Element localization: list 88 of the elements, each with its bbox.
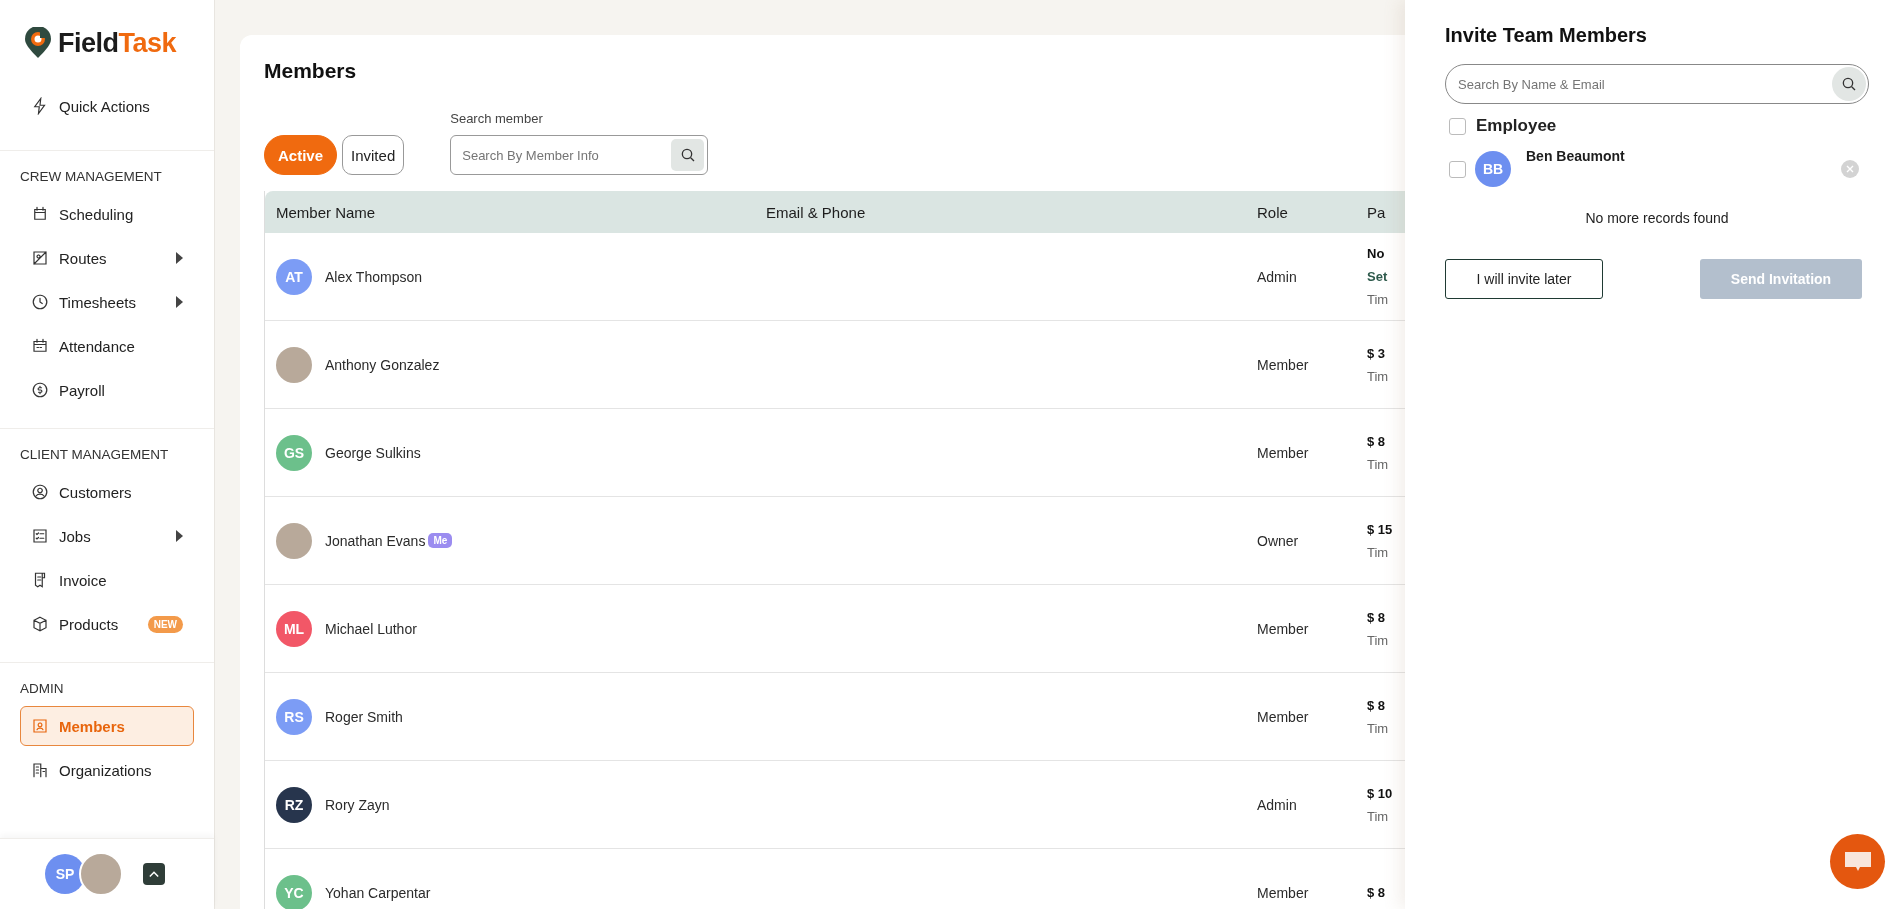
column-header: Member Name	[275, 203, 377, 221]
chevron-up-icon	[149, 870, 159, 878]
pay-text: $ 3	[1367, 345, 1387, 361]
pay-text: Tim	[1367, 292, 1390, 307]
checkbox[interactable]	[1449, 160, 1466, 178]
initials-avatar: AT	[276, 258, 312, 295]
map-icon	[31, 249, 49, 267]
person-name: Ben Beaumont	[1526, 148, 1625, 164]
member-name: George Sulkins	[325, 444, 421, 461]
pay-text: No	[1367, 246, 1386, 261]
search-icon[interactable]	[671, 139, 705, 171]
search-field[interactable]: Search By Name & Email	[1445, 64, 1869, 104]
logo-icon	[24, 27, 52, 59]
pay-text: Set	[1367, 269, 1389, 284]
pay-text: $ 10	[1367, 785, 1394, 801]
nav-item[interactable]: Payroll	[20, 370, 194, 410]
nav-item[interactable]: Jobs	[20, 516, 194, 556]
page-title: Members	[264, 59, 357, 83]
section-heading: CLIENT MANAGEMENT	[19, 446, 170, 464]
nav-item[interactable]: Invoice	[20, 560, 194, 600]
pay-text: $ 8	[1367, 697, 1387, 713]
group-label: Employee	[1476, 116, 1557, 136]
box-icon	[31, 615, 49, 633]
pay-text: $ 15	[1367, 521, 1394, 537]
column-header: Role	[1256, 203, 1289, 221]
initials-avatar: GS	[276, 434, 312, 471]
member-name: Rory Zayn	[325, 796, 390, 813]
role-cell-text: Member	[1256, 884, 1310, 901]
column-header: Email & Phone	[765, 203, 867, 221]
pay-text: Tim	[1367, 368, 1390, 384]
role-cell-text: Member	[1256, 444, 1310, 461]
column-header: Pa	[1366, 203, 1387, 221]
later-button[interactable]: I will invite later	[1445, 259, 1603, 299]
pay-text: $ 8	[1367, 609, 1387, 625]
dollar-icon	[31, 381, 49, 399]
new-badge: NEW	[147, 615, 183, 633]
user-icon	[31, 717, 49, 735]
calendar-icon	[31, 205, 49, 223]
me-badge: Me	[428, 533, 453, 548]
role-cell-text: Member	[1256, 708, 1310, 725]
role-cell-text: Admin	[1256, 268, 1298, 285]
role-cell-text: Admin	[1256, 796, 1298, 813]
initials-avatar: ML	[276, 610, 312, 647]
clock-icon	[31, 293, 49, 311]
photo-placeholder	[276, 346, 312, 383]
nav-item[interactable]: Customers	[20, 472, 194, 512]
calendar-icon	[31, 337, 49, 355]
initials-avatar: BB	[1475, 151, 1511, 187]
initials-avatar: RZ	[276, 786, 312, 823]
pay-text: $ 8	[1367, 885, 1387, 900]
nav-item[interactable]: Attendance	[20, 326, 194, 366]
nav-item[interactable]: Scheduling	[20, 194, 194, 234]
section-heading: CREW MANAGEMENT	[19, 168, 163, 186]
member-name: Michael Luthor	[325, 620, 417, 637]
role-cell-text: Member	[1256, 620, 1310, 637]
member-name: Anthony Gonzalez	[325, 356, 440, 373]
member-name: Roger Smith	[325, 708, 403, 725]
filter-tab[interactable]: Invited	[342, 135, 405, 175]
drawer-title: Invite Team Members	[1445, 24, 1648, 47]
search-label: Search member	[450, 111, 544, 126]
building-icon	[31, 761, 49, 779]
member-name: Jonathan Evans	[325, 532, 426, 549]
pay-text: Tim	[1367, 632, 1390, 648]
section-heading: ADMIN	[19, 680, 65, 698]
nav-item[interactable]: Products NEW	[20, 604, 194, 644]
pay-text: $ 8	[1367, 433, 1387, 449]
photo-placeholder	[276, 522, 312, 559]
pay-text: Tim	[1367, 720, 1390, 736]
role-cell-text: Member	[1256, 356, 1310, 373]
nav-item[interactable]: Routes	[20, 238, 194, 278]
nav-item[interactable]: Timesheets	[20, 282, 194, 322]
initials-avatar: RS	[276, 698, 312, 735]
nav-item[interactable]: Quick Actions	[20, 86, 194, 126]
checkbox[interactable]	[1449, 117, 1466, 135]
pay-text: Tim	[1367, 544, 1390, 560]
member-name: Alex Thompson	[325, 268, 422, 285]
checklist-icon	[31, 527, 49, 545]
expand-button[interactable]	[143, 863, 165, 885]
user-icon	[31, 483, 49, 501]
search-field[interactable]: Search By Member Info	[450, 135, 709, 175]
initials-avatar: YC	[276, 874, 312, 909]
role-cell-text: Owner	[1256, 532, 1300, 549]
brand-name: FieldTask	[58, 27, 177, 59]
empty-note: No more records found	[1584, 210, 1730, 226]
pay-text: Tim	[1367, 456, 1390, 472]
pay-text: Tim	[1367, 808, 1390, 824]
nav-item[interactable]: Organizations	[20, 750, 194, 790]
member-name: Yohan Carpentar	[325, 884, 431, 901]
